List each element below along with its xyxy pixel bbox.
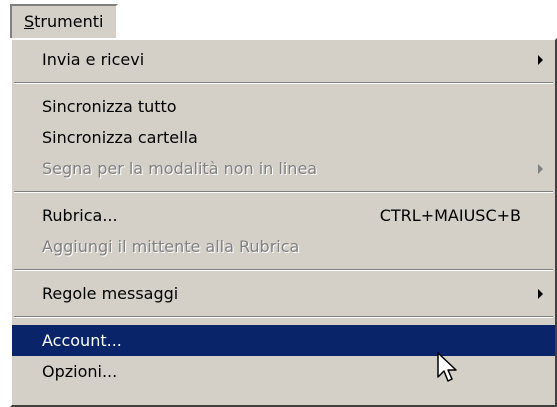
menu-strumenti[interactable]: Strumenti bbox=[10, 4, 118, 38]
menu-item-aggiungi-mittente: Aggiungi il mittente alla Rubrica bbox=[12, 231, 555, 262]
menu-strumenti-label: trumenti bbox=[34, 12, 104, 31]
menu-item-label: Sincronizza tutto bbox=[42, 97, 177, 116]
mouse-pointer-icon bbox=[437, 352, 457, 382]
menu-item-regole-messaggi[interactable]: Regole messaggi bbox=[12, 278, 555, 309]
strumenti-dropdown: Invia e ricevi Sincronizza tutto Sincron… bbox=[10, 38, 557, 407]
menu-item-label: Regole messaggi bbox=[42, 284, 179, 303]
menu-separator bbox=[14, 316, 553, 318]
submenu-arrow-icon bbox=[538, 55, 543, 65]
menu-item-label: Opzioni... bbox=[42, 362, 118, 381]
menu-item-rubrica[interactable]: Rubrica... CTRL+MAIUSC+B bbox=[12, 200, 555, 231]
menu-item-account[interactable]: Account... bbox=[12, 325, 555, 356]
menu-item-invia-e-ricevi[interactable]: Invia e ricevi bbox=[12, 44, 555, 75]
menu-item-label: Rubrica... bbox=[42, 206, 118, 225]
menu-strumenti-mnemonic: S bbox=[24, 12, 35, 31]
menu-separator bbox=[14, 82, 553, 84]
menu-item-label: Segna per la modalità non in linea bbox=[42, 159, 318, 178]
menu-item-label: Invia e ricevi bbox=[42, 50, 145, 69]
menu-item-sincronizza-cartella[interactable]: Sincronizza cartella bbox=[12, 122, 555, 153]
menu-separator bbox=[14, 269, 553, 271]
menu-item-sincronizza-tutto[interactable]: Sincronizza tutto bbox=[12, 91, 555, 122]
menu-item-shortcut: CTRL+MAIUSC+B bbox=[379, 206, 521, 225]
submenu-arrow-icon bbox=[538, 289, 543, 299]
menu-item-label: Sincronizza cartella bbox=[42, 128, 198, 147]
menu-item-opzioni[interactable]: Opzioni... bbox=[12, 356, 555, 387]
menu-item-segna-non-in-linea: Segna per la modalità non in linea bbox=[12, 153, 555, 184]
menu-separator bbox=[14, 191, 553, 193]
submenu-arrow-icon bbox=[538, 164, 543, 174]
menu-item-label: Aggiungi il mittente alla Rubrica bbox=[42, 237, 300, 256]
menu-item-label: Account... bbox=[42, 331, 122, 350]
